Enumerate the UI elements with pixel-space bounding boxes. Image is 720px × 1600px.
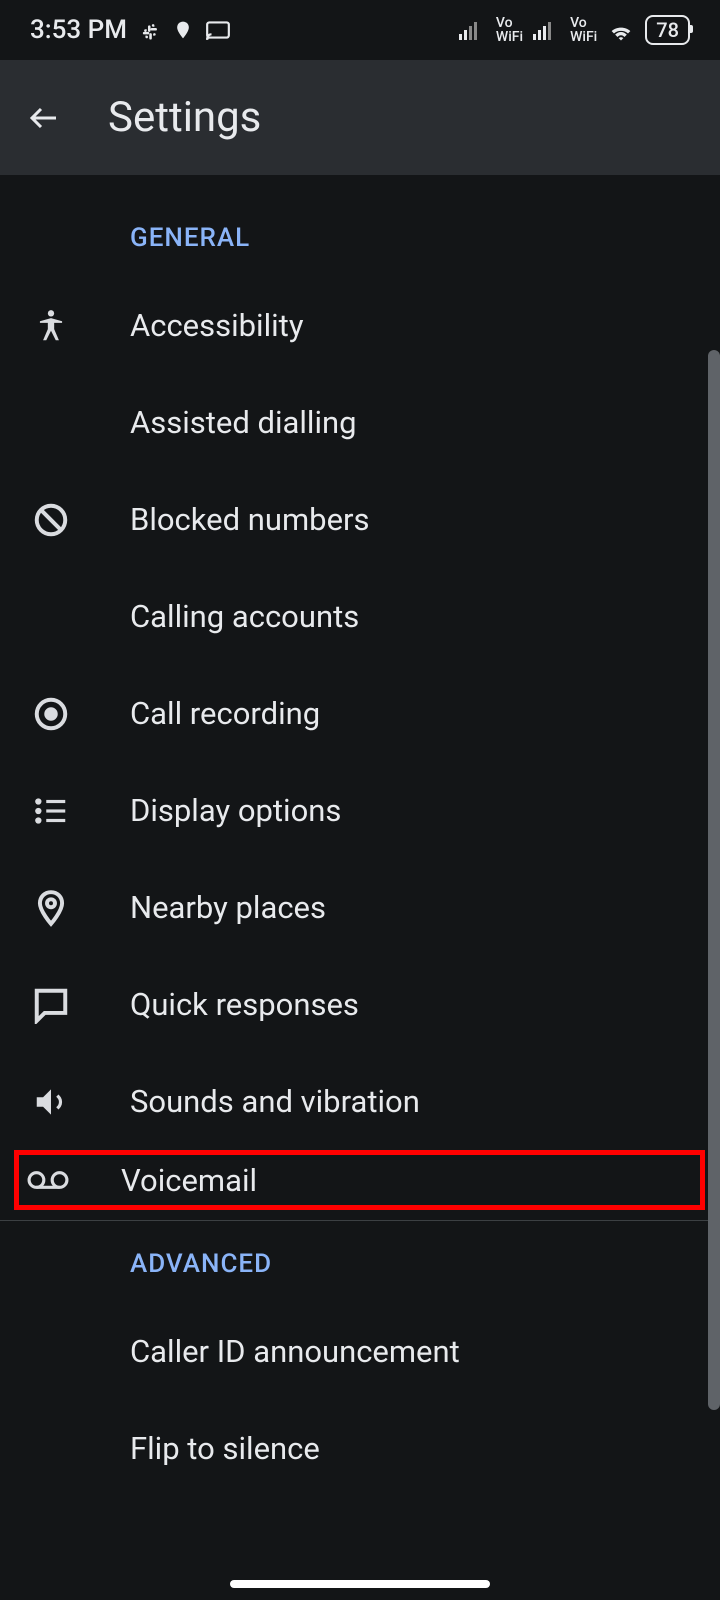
settings-item-label: Sounds and vibration xyxy=(130,1083,420,1120)
wifi-icon xyxy=(607,19,635,41)
status-left: 3:53 PM xyxy=(30,15,231,45)
chat-icon xyxy=(20,986,130,1024)
block-icon xyxy=(20,501,130,539)
settings-item-label: Nearby places xyxy=(130,889,326,926)
volume-icon xyxy=(20,1083,130,1121)
scrollbar[interactable] xyxy=(708,350,720,1410)
back-button[interactable] xyxy=(20,94,68,142)
settings-item-quick-responses[interactable]: Quick responses xyxy=(0,956,720,1053)
settings-item-call-recording[interactable]: Call recording xyxy=(0,665,720,762)
status-time: 3:53 PM xyxy=(30,15,127,45)
settings-item-label: Quick responses xyxy=(130,986,359,1023)
settings-item-accessibility[interactable]: Accessibility xyxy=(0,277,720,374)
settings-item-caller-id[interactable]: Caller ID announcement xyxy=(0,1303,720,1400)
settings-item-label: Caller ID announcement xyxy=(130,1333,460,1370)
location-icon xyxy=(173,18,193,42)
location-pin-icon xyxy=(20,887,130,929)
settings-item-voicemail[interactable]: Voicemail xyxy=(14,1150,705,1210)
settings-item-display-options[interactable]: Display options xyxy=(0,762,720,859)
settings-item-label: Display options xyxy=(130,792,341,829)
vo-wifi-1: VoWiFi xyxy=(496,16,523,44)
status-right: VoWiFi VoWiFi 78 xyxy=(459,15,690,45)
settings-item-flip-to-silence[interactable]: Flip to silence xyxy=(0,1400,720,1497)
settings-item-label: Assisted dialling xyxy=(130,404,357,441)
settings-item-blocked-numbers[interactable]: Blocked numbers xyxy=(0,471,720,568)
settings-item-sounds-vibration[interactable]: Sounds and vibration xyxy=(0,1053,720,1150)
slack-icon xyxy=(139,19,161,41)
settings-item-label: Flip to silence xyxy=(130,1430,320,1467)
settings-item-label: Accessibility xyxy=(130,307,303,344)
vo-wifi-2: VoWiFi xyxy=(570,16,597,44)
settings-item-label: Voicemail xyxy=(121,1162,257,1199)
record-icon xyxy=(20,695,130,733)
settings-item-calling-accounts[interactable]: Calling accounts xyxy=(0,568,720,665)
navigation-handle[interactable] xyxy=(230,1580,490,1588)
page-title: Settings xyxy=(108,93,261,142)
cast-icon xyxy=(205,20,231,40)
battery-indicator: 78 xyxy=(645,15,690,45)
section-header-advanced: ADVANCED xyxy=(0,1221,720,1303)
section-header-general: GENERAL xyxy=(0,195,720,277)
voicemail-icon xyxy=(25,1169,121,1191)
settings-item-label: Call recording xyxy=(130,695,320,732)
settings-item-label: Blocked numbers xyxy=(130,501,370,538)
signal-2-icon xyxy=(533,20,557,40)
settings-item-assisted-dialling[interactable]: Assisted dialling xyxy=(0,374,720,471)
status-bar: 3:53 PM VoWiFi VoWiFi 78 xyxy=(0,0,720,60)
app-bar: Settings xyxy=(0,60,720,175)
signal-1-icon xyxy=(459,20,483,40)
accessibility-icon xyxy=(20,307,130,345)
list-icon xyxy=(20,792,130,830)
settings-item-label: Calling accounts xyxy=(130,598,359,635)
settings-content: GENERAL Accessibility Assisted dialling … xyxy=(0,175,720,1497)
settings-item-nearby-places[interactable]: Nearby places xyxy=(0,859,720,956)
